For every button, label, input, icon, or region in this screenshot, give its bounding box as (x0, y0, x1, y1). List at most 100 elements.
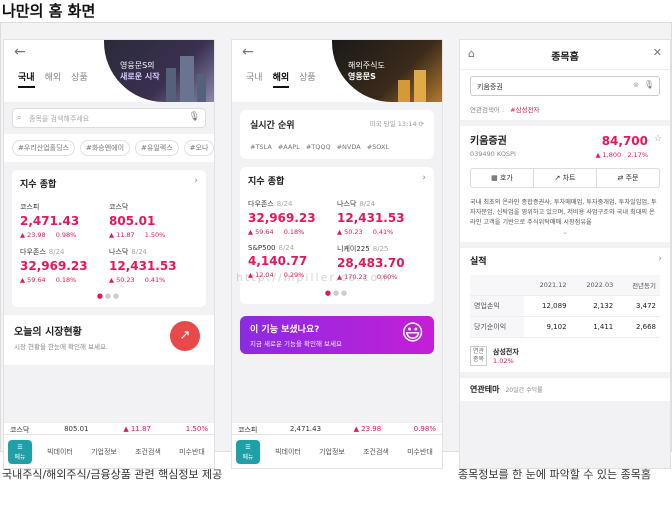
index-name: S&P500 8/24 (248, 244, 295, 252)
ticker-bar[interactable]: 코스닥 805.01 ▲ 11.87 1.50% (4, 422, 214, 434)
index-item[interactable]: 나스닥 8/24 12,431.53 ▲ 50.23 0.41% (109, 247, 198, 284)
back-arrow-icon[interactable]: ← (242, 44, 254, 60)
close-icon[interactable]: ✕ (653, 46, 662, 59)
screen-title: 종목홈 (551, 52, 579, 63)
index-item[interactable]: 코스피 2,471.43 ▲ 23.98 0.98% (20, 202, 109, 239)
promo-title: 이 기능 보셨나요? (250, 325, 320, 335)
chevron-down-icon[interactable]: ⌄ (470, 228, 660, 236)
tag-item[interactable]: #오나 (183, 140, 214, 156)
nav-bigdata[interactable]: 빅데이터 (38, 447, 82, 457)
tag-item[interactable]: #화승엔에이 (79, 140, 131, 156)
action-buttons: ▦ 호가 ↗ 차트 ⇄ 주문 (470, 168, 660, 188)
quote-button[interactable]: ▦ 호가 (471, 169, 534, 187)
performance-title: 실적 (470, 257, 487, 267)
related-stock-name: 삼성전자 (493, 348, 519, 356)
header: ⌂ 종목홈 ✕ (460, 40, 670, 70)
back-arrow-icon[interactable]: ← (14, 44, 26, 60)
nav-company[interactable]: 기업정보 (310, 447, 354, 457)
related-keyword[interactable]: #삼성전자 (510, 106, 539, 114)
caption-left: 국내주식/해외주식/금융상품 관련 핵심정보 제공 (2, 468, 223, 481)
table-row: 영업손익 12,089 2,132 3,472 (470, 295, 660, 317)
table-header-row: 2021.12 2022.03 전년동기 (470, 275, 660, 296)
company-description: 국내 최초의 온라인 종합증권사, 투자매매업, 투자중개업, 투자일임업, 투… (470, 199, 657, 226)
index-value: 12,431.53 (337, 211, 405, 225)
nav-unpaid[interactable]: 미수반대 (170, 447, 214, 457)
nav-condition[interactable]: 조건검색 (126, 447, 170, 457)
related-theme-desc: 20일간 수익률 (505, 387, 543, 394)
tag-item[interactable]: #우리산업홀딩스 (12, 140, 75, 156)
tab-products[interactable]: 상품 (299, 70, 316, 88)
menu-button[interactable]: ☰ 메뉴 (236, 439, 260, 464)
promo-banner[interactable]: 해외주식도 영웅문S (332, 40, 442, 102)
tag-item[interactable]: #TQQQ (306, 143, 331, 151)
index-value: 805.01 (109, 214, 156, 228)
tab-overseas[interactable]: 해외 (272, 70, 290, 88)
realtime-time: 미국 당일 13:14 ⟳ (369, 120, 424, 128)
order-button[interactable]: ⇄ 주문 (597, 169, 659, 187)
caption-right: 종목정보를 한 눈에 파악할 수 있는 종목홈 (458, 468, 652, 481)
index-change: ▲ 59.64 0.18% (248, 228, 305, 236)
nav-unpaid[interactable]: 미수반대 (398, 447, 442, 457)
index-name: 다우존스 8/24 (248, 200, 293, 208)
tab-overseas[interactable]: 해외 (45, 70, 62, 88)
stock-search-input[interactable]: ⌕ 종목을 검색해주세요 🎙 (12, 108, 206, 128)
tag-item[interactable]: #TSLA (250, 143, 272, 151)
star-icon[interactable]: ☆ (654, 134, 662, 144)
related-theme-section[interactable]: 연관테마 20일간 수익률 (460, 378, 670, 401)
building-shape (166, 68, 176, 102)
mic-icon[interactable]: 🎙 (644, 80, 654, 89)
stock-info-section: 키움증권 039490 KOSPI 84,700 ☆ ▲ 1,800 2.17%… (460, 126, 670, 242)
ticker-change: ▲ 23.98 (353, 425, 382, 433)
index-value: 2,471.43 (20, 214, 80, 228)
realtime-rank-card[interactable]: 실시간 순위 미국 당일 13:14 ⟳ #TSLA #AAPL #TQQQ #… (240, 110, 434, 159)
performance-table: 2021.12 2022.03 전년동기 영업손익 12,089 2,132 3,472 … (470, 275, 660, 338)
tab-products[interactable]: 상품 (71, 70, 88, 88)
index-item[interactable]: 다우존스 8/24 32,969.23 ▲ 59.64 0.18% (20, 247, 109, 284)
index-name: 니케이225 8/25 (337, 245, 389, 253)
nav-bigdata[interactable]: 빅데이터 (266, 447, 310, 457)
stock-price: 84,700 (601, 134, 648, 148)
realtime-title: 실시간 순위 (250, 121, 295, 131)
search-placeholder: 종목을 검색해주세요 (29, 115, 90, 123)
tag-item[interactable]: #SOXL (367, 143, 389, 151)
mic-icon[interactable]: 🎙 (189, 112, 200, 122)
header: ← 국내 해외 상품 해외주식도 영웅문S (232, 40, 442, 102)
menu-button[interactable]: ☰ 메뉴 (8, 439, 32, 464)
stock-search-input[interactable]: 키움증권 ⊗ 🎙 (470, 76, 660, 96)
related-label: 연관 종목 (470, 346, 488, 366)
chart-up-icon: ↗ (170, 321, 200, 351)
screens-frame: ← 국내 해외 상품 영웅문S의 새로운 시작 ⌕ 종목을 검색해주세요 🎙 #… (0, 22, 672, 469)
tab-domestic[interactable]: 국내 (18, 70, 35, 88)
nav-condition[interactable]: 조건검색 (354, 447, 398, 457)
index-change: ▲ 50.23 0.41% (337, 228, 394, 236)
tab-domestic[interactable]: 국내 (246, 70, 263, 88)
banner-line2: 새로운 시작 (120, 72, 160, 81)
related-stock-row[interactable]: 연관 종목 삼성전자 1.02% (470, 346, 660, 366)
tag-item[interactable]: #NVDA (337, 143, 361, 151)
index-summary-card[interactable]: 지수 종합 › 코스피 2,471.43 ▲ 23.98 0.98% 코스닥 80… (12, 170, 206, 307)
page-dots: ●●● (96, 292, 122, 300)
nav-company[interactable]: 기업정보 (82, 447, 126, 457)
tag-item[interactable]: #AAPL (278, 143, 300, 151)
promo-banner[interactable]: 영웅문S의 새로운 시작 (104, 40, 214, 102)
market-status-section[interactable]: 오늘의 시장현황 시장 현황을 한눈에 확인해 보세요. ↗ (4, 315, 214, 365)
tag-item[interactable]: #유일렉스 (135, 140, 179, 156)
index-summary-title: 지수 종합 (20, 180, 57, 190)
chevron-right-icon[interactable]: › (658, 254, 662, 264)
chevron-right-icon[interactable]: › (194, 176, 198, 186)
phone-overseas: ← 국내 해외 상품 해외주식도 영웅문S 실시간 순위 미국 당일 13:14… (231, 39, 443, 469)
ticker-bar[interactable]: 코스피 2,471.43 ▲ 23.98 0.98% (232, 422, 442, 434)
ticker-name: 코스닥 (10, 426, 30, 434)
coin-stack-shape (414, 70, 426, 102)
chevron-right-icon[interactable]: › (422, 173, 426, 183)
index-item[interactable]: 코스닥 805.01 ▲ 11.87 1.50% (109, 202, 198, 239)
phone-stock-home: ⌂ 종목홈 ✕ 키움증권 ⊗ 🎙 연관검색어 : #삼성전자 키움증권 03949… (459, 39, 671, 469)
feature-promo-banner[interactable]: 이 기능 보셨나요? 지금 새로운 기능을 확인해 보세요 😃 (240, 316, 434, 354)
index-value: 32,969.23 (20, 259, 88, 273)
index-item[interactable]: 나스닥 8/24 12,431.53 ▲ 50.23 0.41% (337, 199, 426, 236)
clear-icon[interactable]: ⊗ (633, 81, 639, 89)
index-item[interactable]: 다우존스 8/24 32,969.23 ▲ 59.64 0.18% (248, 199, 337, 236)
chart-button[interactable]: ↗ 차트 (534, 169, 597, 187)
index-change: ▲ 23.98 0.98% (20, 231, 77, 239)
promo-subtitle: 지금 새로운 기능을 확인해 보세요 (250, 340, 342, 348)
